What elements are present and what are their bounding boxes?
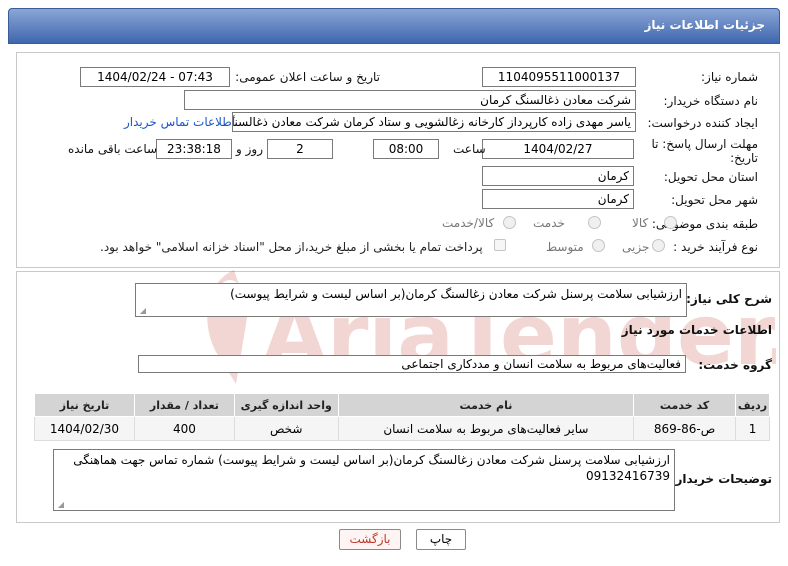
deadline-label-date: تاریخ: — [730, 151, 758, 165]
deadline-time-field: 08:00 — [373, 139, 439, 159]
buyer-notes-text: ارزشیابی سلامت پرسنل شرکت معادن زغالسنگ … — [73, 453, 670, 483]
treasury-checkbox[interactable] — [494, 239, 506, 251]
service-group-label: گروه خدمت: — [698, 358, 772, 372]
deadline-date-field: 1404/02/27 — [482, 139, 634, 159]
process-label: نوع فرآیند خرید : — [673, 240, 758, 254]
cell-service-code: ص-86-869 — [633, 416, 737, 441]
buyer-contact-link[interactable]: اطلاعات تماس خریدار — [124, 115, 235, 129]
days-field: 2 — [267, 139, 333, 159]
deadline-label: مهلت ارسال پاسخ: تا — [651, 137, 758, 151]
resize-handle-icon[interactable]: ◢ — [56, 501, 64, 509]
services-heading: اطلاعات خدمات مورد نیاز — [621, 323, 772, 337]
page-header: جزئیات اطلاعات نیاز — [8, 8, 780, 44]
resize-handle-icon[interactable]: ◢ — [138, 307, 146, 315]
province-field: کرمان — [482, 166, 634, 186]
services-table: ردیف کد خدمت نام خدمت واحد اندازه گیری ت… — [34, 393, 770, 441]
col-qty-header: تعداد / مقدار — [133, 393, 235, 417]
summary-textarea[interactable]: ارزشیابی سلامت پرسنل شرکت معادن زغالسنگ … — [135, 283, 687, 317]
category-goods-service-radio[interactable] — [503, 216, 516, 229]
buyer-notes-textarea[interactable]: ارزشیابی سلامت پرسنل شرکت معادن زغالسنگ … — [53, 449, 675, 511]
days-label: روز و — [236, 142, 263, 156]
buyer-notes-label: توضیحات خریدار: — [670, 472, 772, 486]
creator-label: ایجاد کننده درخواست: — [647, 116, 758, 130]
cell-row-number: 1 — [735, 416, 770, 441]
creator-field: یاسر مهدی زاده کارپرداز کارخانه زغالشویی… — [232, 112, 636, 132]
col-unit-header: واحد اندازه گیری — [233, 393, 339, 417]
col-code-header: کد خدمت — [633, 393, 737, 417]
category-service-radio[interactable] — [588, 216, 601, 229]
table-header-row: ردیف کد خدمت نام خدمت واحد اندازه گیری ت… — [34, 393, 770, 417]
process-medium-radio[interactable] — [592, 239, 605, 252]
remaining-time-field: 23:38:18 — [156, 139, 232, 159]
summary-label: شرح کلی نیاز: — [686, 292, 772, 306]
category-goods-service-label: کالا/خدمت — [442, 216, 495, 230]
cell-unit: شخص — [233, 416, 339, 441]
col-name-header: نام خدمت — [337, 393, 635, 417]
process-minor-label: جزیی — [622, 240, 650, 254]
city-field: کرمان — [482, 189, 634, 209]
col-row-header: ردیف — [735, 393, 770, 417]
cell-service-name: سایر فعالیت‌های مربوط به سلامت انسان — [337, 416, 635, 441]
category-goods-radio[interactable] — [664, 216, 677, 229]
back-button[interactable]: بازگشت — [339, 529, 401, 550]
print-button[interactable]: چاپ — [416, 529, 466, 550]
deadline-time-label: ساعت — [453, 142, 486, 156]
col-date-header: تاریخ نیاز — [34, 393, 135, 417]
page-title: جزئیات اطلاعات نیاز — [644, 18, 765, 32]
treasury-note: پرداخت تمام یا بخشی از مبلغ خرید،از محل … — [100, 240, 483, 254]
buyer-field: شرکت معادن ذغالسنگ کرمان — [184, 90, 636, 110]
city-label: شهر محل تحویل: — [671, 193, 758, 207]
process-minor-radio[interactable] — [652, 239, 665, 252]
cell-quantity: 400 — [133, 416, 235, 441]
category-goods-label: کالا — [632, 216, 649, 230]
remaining-label: ساعت باقی مانده — [68, 142, 158, 156]
buyer-label: نام دستگاه خریدار: — [663, 94, 759, 108]
service-group-field: فعالیت‌های مربوط به سلامت انسان و مددکار… — [138, 355, 686, 373]
announce-label: تاریخ و ساعت اعلان عمومی: — [235, 70, 380, 84]
need-number-label: شماره نیاز: — [701, 70, 758, 84]
cell-need-date: 1404/02/30 — [34, 416, 135, 441]
need-number-field: 1104095511000137 — [482, 67, 636, 87]
category-service-label: خدمت — [533, 216, 565, 230]
process-medium-label: متوسط — [546, 240, 584, 254]
province-label: استان محل تحویل: — [663, 170, 758, 184]
announce-field: 1404/02/24 - 07:43 — [80, 67, 230, 87]
table-row: 1 ص-86-869 سایر فعالیت‌های مربوط به سلام… — [34, 416, 770, 441]
summary-text: ارزشیابی سلامت پرسنل شرکت معادن زغالسنگ … — [230, 287, 682, 301]
